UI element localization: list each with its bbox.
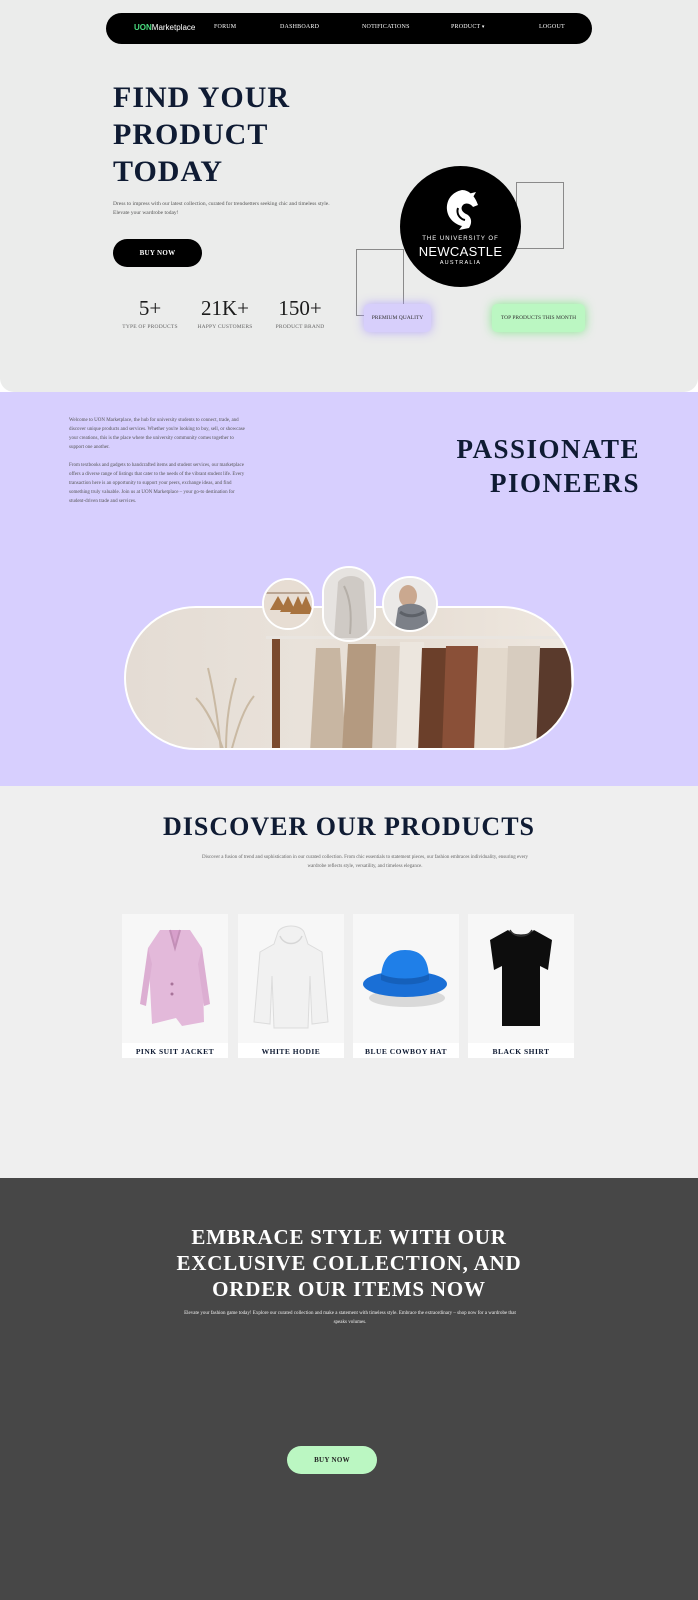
pink-jacket-image [122,914,228,1043]
nav-item-notifications[interactable]: NOTIFICATIONS [362,24,410,30]
cta-buy-now-button[interactable]: BUY NOW [287,1446,377,1474]
hero-title-line: TODAY [113,155,224,188]
product-card-blue-hat[interactable]: BLUE COWBOY HAT [353,914,459,1058]
about-paragraph: From textbooks and gadgets to handcrafte… [69,463,245,504]
nav-item-dashboard[interactable]: DASHBOARD [280,24,319,30]
decorative-frame [516,182,564,249]
about-title-line: PASSIONATE [456,434,640,464]
about-paragraph: Welcome to UON Marketplace, the hub for … [69,418,245,450]
brand-name: Marketplace [151,23,196,32]
product-card-pink-jacket[interactable]: PINK SUIT JACKET [122,914,228,1058]
cta-title: EMBRACE STYLE WITH OUR EXCLUSIVE COLLECT… [0,1224,698,1302]
top-products-badge: TOP PRODUCTS THIS MONTH [492,304,585,332]
product-name: PINK SUIT JACKET [135,1047,215,1056]
nav-item-forum[interactable]: FORUM [214,24,236,30]
model-thumbnail [382,576,438,632]
hero-title-line: FIND YOUR [113,81,291,114]
hangers-thumbnail [262,578,314,630]
product-card-black-shirt[interactable]: BLACK SHIRT [468,914,574,1058]
hero-description: Dress to impress with our latest collect… [113,201,330,216]
product-card-white-hoodie[interactable]: WHITE HODIE [238,914,344,1058]
cta-section: EMBRACE STYLE WITH OUR EXCLUSIVE COLLECT… [0,1178,698,1600]
about-title-line: PIONEERS [489,468,640,498]
logo-line-2: NEWCASTLE [418,244,503,259]
product-name: BLACK SHIRT [492,1047,550,1056]
logo-line-3: AUSTRALIA [439,260,482,266]
cta-title-line: EMBRACE STYLE WITH OUR [191,1225,507,1249]
about-title: PASSIONATE PIONEERS [456,432,640,500]
hero-title-line: PRODUCT [113,118,269,151]
stat-value: 5+ [138,296,162,320]
blue-hat-image [353,914,459,1043]
premium-quality-badge: PREMIUM QUALITY [364,304,431,332]
about-text: Welcome to UON Marketplace, the hub for … [69,416,249,506]
cta-title-line: ORDER OUR ITEMS NOW [212,1277,486,1301]
cta-description: Elevate your fashion game today! Explore… [184,1311,516,1325]
product-name: BLUE COWBOY HAT [364,1047,448,1056]
cta-title-line: EXCLUSIVE COLLECTION, AND [176,1251,522,1275]
hero-section: UONMarketplace FORUM DASHBOARD NOTIFICAT… [0,0,698,392]
product-name: WHITE HODIE [261,1047,321,1056]
brand-accent: UON [134,23,152,32]
university-logo: THE UNIVERSITY OF NEWCASTLE AUSTRALIA [400,166,521,287]
seahorse-icon [446,190,478,230]
hero-title: FIND YOUR PRODUCT TODAY [113,79,290,190]
scarf-thumbnail [322,566,376,642]
stat-value: 150+ [278,296,322,320]
nav-item-logout[interactable]: LOGOUT [539,24,565,30]
hero-buy-now-button[interactable]: BUY NOW [113,239,202,267]
top-navbar: UONMarketplace FORUM DASHBOARD NOTIFICAT… [106,13,592,44]
products-description: Discover a fusion of trend and sophistic… [201,855,529,869]
products-section: DISCOVER OUR PRODUCTS Discover a fusion … [0,786,698,1178]
stat-label: HAPPY CUSTOMERS [197,324,253,330]
products-title: DISCOVER OUR PRODUCTS [162,812,536,841]
stat-label: PRODUCT BRAND [275,324,325,330]
stat-types: 5+ TYPE OF PRODUCTS [115,296,185,330]
stat-label: TYPE OF PRODUCTS [122,324,178,330]
stat-customers: 21K+ HAPPY CUSTOMERS [190,296,260,330]
white-hoodie-image [238,914,344,1043]
logo-line-1: THE UNIVERSITY OF [422,236,499,242]
stat-brands: 150+ PRODUCT BRAND [265,296,335,330]
about-section: Welcome to UON Marketplace, the hub for … [0,392,698,786]
black-shirt-image [468,914,574,1043]
brand-logo[interactable]: UONMarketplace [134,23,195,32]
stat-value: 21K+ [200,296,249,320]
nav-item-product-dropdown[interactable]: PRODUCT [451,24,485,30]
